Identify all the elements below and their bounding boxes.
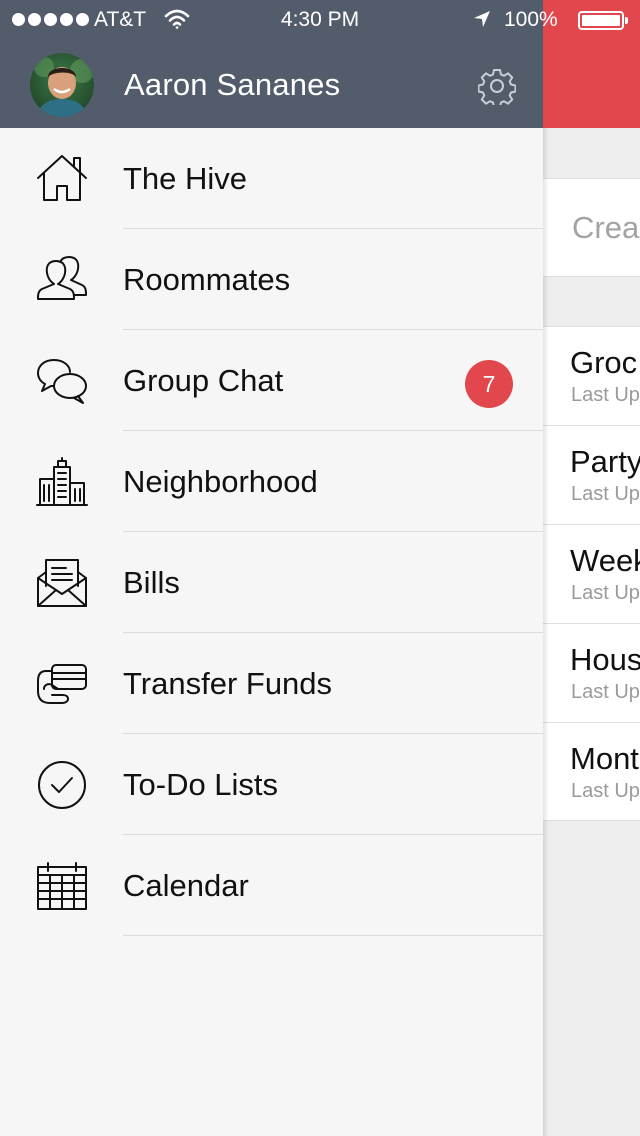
menu-item-bills[interactable]: Bills [0,532,543,633]
menu-item-the-hive[interactable]: The Hive [0,128,543,229]
roommates-icon [36,255,88,305]
menu-item-to-do-lists[interactable]: To-Do Lists [0,734,543,835]
list-title: Week [570,543,640,578]
menu-item-label: Calendar [123,868,249,903]
menu-item-label: Bills [123,565,180,600]
list-item[interactable]: Mont Last Up [543,723,640,822]
menu-item-label: Transfer Funds [123,666,333,701]
list-item[interactable]: Party Last Up [543,426,640,525]
list-subtitle: Last Up [571,483,640,505]
menu-item-neighborhood[interactable]: Neighborhood [0,431,543,532]
menu-item-transfer-funds[interactable]: Transfer Funds [0,633,543,734]
avatar[interactable] [30,53,94,117]
chat-bubbles-icon [36,356,88,406]
drawer-shadow [543,128,549,1136]
list-subtitle: Last Up [571,384,640,406]
list-subtitle: Last Up [571,582,640,604]
lists-container: Groc Last Up Party Last Up Week Last Up … [543,326,640,821]
unread-badge: 7 [465,360,513,408]
menu-item-roommates[interactable]: Roommates [0,229,543,330]
list-subtitle: Last Up [571,681,640,703]
menu-item-label: Neighborhood [123,464,318,499]
menu-item-label: Group Chat [123,363,284,398]
user-name: Aaron Sananes [124,67,341,102]
menu-item-label: The Hive [123,161,248,196]
menu-item-group-chat[interactable]: Group Chat 7 [0,330,543,431]
list-item[interactable]: Week Last Up [543,525,640,624]
create-list-placeholder: Crea [572,210,640,245]
list-item[interactable]: Hous Last Up [543,624,640,723]
status-bar: AT&T 4:30 PM 100% [0,0,640,40]
main-content-peek: Crea Groc Last Up Party Last Up Week Las… [543,128,640,1136]
calendar-icon [36,861,88,911]
list-title: Party [570,444,640,479]
menu-item-label: To-Do Lists [123,767,279,802]
location-arrow-icon [472,9,492,35]
battery-icon [578,11,628,30]
home-icon [36,154,88,204]
create-list-input[interactable]: Crea [543,178,640,277]
card-hand-icon [36,659,88,709]
envelope-bill-icon [36,558,88,608]
menu-item-calendar[interactable]: Calendar [0,835,543,936]
list-title: Mont [570,741,639,776]
battery-percentage: 100% [504,8,558,31]
side-menu: The Hive Roommates Group Chat 7 Neighbor… [0,128,543,1136]
list-item[interactable]: Groc Last Up [543,327,640,426]
list-title: Hous [570,642,640,677]
list-title: Groc [570,345,638,380]
divider [123,935,543,936]
list-subtitle: Last Up [571,780,640,802]
gear-icon [477,69,517,108]
settings-button[interactable] [477,67,517,108]
menu-item-label: Roommates [123,262,291,297]
buildings-icon [36,457,88,507]
checkmark-circle-icon [36,760,88,810]
